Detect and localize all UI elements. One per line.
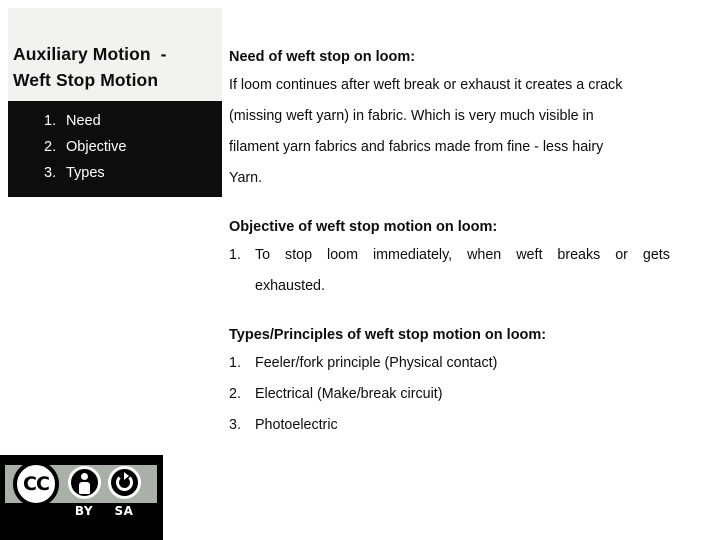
- section-objective-heading: Objective of weft stop motion on loom:: [229, 219, 498, 235]
- section-need-line-2: (missing weft yarn) in fabric. Which is …: [229, 108, 594, 124]
- section-need-line-4: Yarn.: [229, 170, 263, 186]
- agenda-list: 1. Need 2. Objective 3. Types: [8, 101, 222, 197]
- badge-caption-by: BY: [74, 504, 94, 518]
- justified-word: stop: [285, 247, 313, 263]
- justified-word: gets: [642, 247, 670, 263]
- person-body-shape: [79, 482, 90, 494]
- justified-word: immediately,: [372, 247, 453, 263]
- justified-word: breaks: [557, 247, 601, 263]
- types-item-number: 2.: [229, 386, 241, 402]
- types-list-item: 3. Photoelectric: [229, 410, 695, 441]
- section-types: Types/Principles of weft stop motion on …: [229, 322, 695, 441]
- justified-word: or: [615, 247, 628, 263]
- types-list-item: 1. Feeler/fork principle (Physical conta…: [229, 348, 695, 379]
- agenda-item-types: 3. Types: [8, 160, 222, 186]
- types-item-label: Feeler/fork principle (Physical contact): [255, 355, 498, 371]
- section-need-line-3: filament yarn fabrics and fabrics made f…: [229, 139, 604, 155]
- justified-word: To: [255, 247, 271, 263]
- objective-item-text: To stop loom immediately, when weft brea…: [255, 240, 695, 271]
- agenda-item-number: 2.: [44, 139, 57, 155]
- justified-word: when: [467, 247, 502, 263]
- section-need: Need of weft stop on loom: If loom conti…: [229, 44, 695, 194]
- types-item-number: 1.: [229, 355, 241, 371]
- objective-item-continuation: exhausted.: [255, 278, 325, 294]
- objective-list-item: 1. To stop loom immediately, when weft b…: [229, 240, 695, 271]
- creative-commons-icon: CC: [13, 461, 59, 507]
- types-item-label: Photoelectric: [255, 417, 338, 433]
- agenda-item-label: Need: [66, 113, 101, 129]
- agenda-item-label: Objective: [66, 139, 127, 155]
- slide-body-content: Need of weft stop on loom: If loom conti…: [229, 44, 695, 441]
- agenda-item-label: Types: [66, 165, 105, 181]
- badge-caption-sa: SA: [114, 504, 134, 518]
- types-list-item: 2. Electrical (Make/break circuit): [229, 379, 695, 410]
- agenda-item-need: 1. Need: [8, 108, 222, 134]
- page-title-line-2: Weft Stop Motion: [13, 70, 159, 90]
- creative-commons-license-badge: CC BY SA: [0, 455, 163, 540]
- section-need-heading: Need of weft stop on loom:: [229, 49, 416, 65]
- justified-word: weft: [516, 247, 543, 263]
- objective-item-justified-line: To stop loom immediately, when weft brea…: [255, 240, 670, 271]
- attribution-person-icon: [68, 466, 101, 499]
- cc-glyph-label: CC: [23, 472, 50, 495]
- share-alike-arrow-shape: [123, 472, 129, 480]
- agenda-item-number: 1.: [44, 113, 57, 129]
- slide-canvas: Auxiliary Motion - Weft Stop Motion 1. N…: [0, 0, 720, 540]
- page-title-line-1: Auxiliary Motion -: [13, 44, 167, 64]
- slide-title-block: Auxiliary Motion - Weft Stop Motion: [8, 8, 222, 101]
- agenda-item-number: 3.: [44, 165, 57, 181]
- objective-item-number: 1.: [229, 247, 241, 263]
- types-item-label: Electrical (Make/break circuit): [255, 386, 443, 402]
- section-types-heading: Types/Principles of weft stop motion on …: [229, 327, 547, 343]
- person-head-shape: [81, 473, 88, 480]
- section-need-line-1: If loom continues after weft break or ex…: [229, 77, 623, 93]
- share-alike-icon: [108, 466, 141, 499]
- types-list: 1. Feeler/fork principle (Physical conta…: [229, 348, 695, 441]
- justified-word: loom: [327, 247, 359, 263]
- section-objective: Objective of weft stop motion on loom: 1…: [229, 214, 695, 302]
- objective-list: 1. To stop loom immediately, when weft b…: [229, 240, 695, 271]
- types-item-number: 3.: [229, 417, 241, 433]
- agenda-item-objective: 2. Objective: [8, 134, 222, 160]
